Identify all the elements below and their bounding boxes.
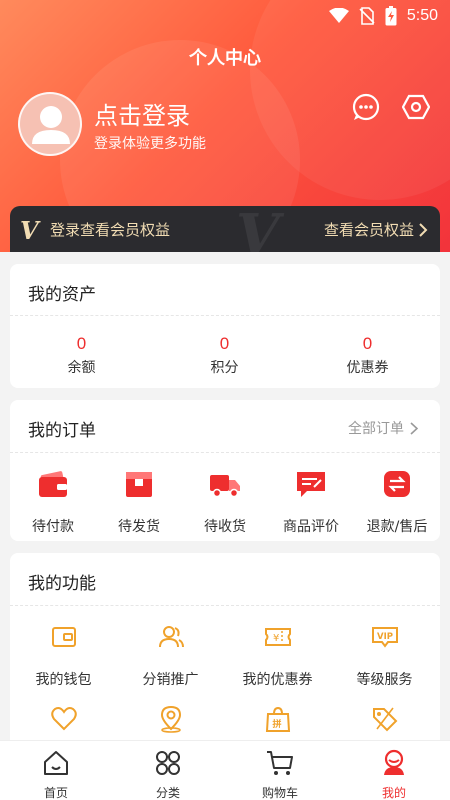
asset-balance[interactable]: 0 余额: [10, 334, 153, 377]
function-group-buy[interactable]: 拼: [224, 705, 331, 737]
function-level-service[interactable]: VIP 等级服务: [331, 623, 438, 689]
status-bar: 5:50: [0, 0, 450, 32]
divider: [10, 452, 440, 453]
function-distribution[interactable]: 分销推广: [117, 623, 224, 689]
asset-label: 余额: [67, 360, 96, 376]
vip-view-label: 查看会员权益: [323, 221, 414, 239]
order-status-label: 待收货: [204, 519, 246, 535]
battery-icon: [385, 6, 397, 26]
functions-card: 我的功能 我的钱包 分销推广 ¥ 我的优惠券 VIP 等级服务 拼: [10, 553, 440, 753]
asset-label: 积分: [210, 360, 239, 376]
function-wallet[interactable]: 我的钱包: [10, 623, 117, 689]
assets-card: 我的资产 0 余额 0 积分 0 优惠券: [10, 264, 440, 388]
tab-label: 首页: [43, 786, 68, 800]
page-title: 个人中心: [189, 48, 261, 69]
order-refund[interactable]: 退款/售后: [354, 468, 440, 536]
bottom-tab-bar: 首页 分类 购物车 我的: [0, 740, 450, 800]
tab-mine[interactable]: 我的: [338, 749, 450, 800]
message-icon[interactable]: [352, 93, 380, 121]
function-favorites[interactable]: [10, 705, 117, 737]
svg-text:¥: ¥: [273, 633, 279, 644]
vip-watermark: V: [236, 206, 280, 252]
functions-title: 我的功能: [28, 574, 96, 594]
all-orders-link[interactable]: 全部订单: [348, 418, 418, 438]
package-icon: [126, 472, 152, 497]
svg-text:拼: 拼: [272, 718, 281, 730]
asset-coupons[interactable]: 0 优惠券: [296, 334, 439, 377]
asset-value: 0: [362, 334, 373, 353]
tab-cart[interactable]: 购物车: [224, 749, 336, 800]
order-pending-payment[interactable]: 待付款: [10, 468, 96, 536]
vip-banner[interactable]: V V 登录查看会员权益 查看会员权益: [10, 206, 440, 252]
asset-label: 优惠券: [346, 360, 389, 376]
tab-home[interactable]: 首页: [0, 749, 112, 800]
avatar[interactable]: [18, 92, 82, 156]
settings-icon[interactable]: [402, 93, 430, 121]
users-icon: [158, 626, 184, 648]
wallet-icon: [39, 471, 67, 497]
function-label: 我的优惠券: [242, 672, 313, 688]
divider: [10, 315, 440, 316]
order-pending-receipt[interactable]: 待收货: [182, 468, 268, 536]
tab-category[interactable]: 分类: [112, 749, 224, 800]
tab-label: 分类: [155, 786, 180, 800]
chevron-right-icon: [419, 222, 428, 237]
order-status-label: 待付款: [32, 519, 74, 535]
login-subtitle[interactable]: 登录体验更多功能: [94, 133, 206, 153]
all-orders-label: 全部订单: [348, 421, 404, 437]
group-buy-bag-icon: 拼: [265, 706, 290, 732]
orders-title: 我的订单: [28, 421, 96, 441]
heart-icon: [50, 707, 77, 731]
wallet-outline-icon: [51, 627, 76, 647]
coupon-icon: ¥: [264, 628, 291, 646]
vip-badge-icon: VIP: [371, 627, 398, 648]
function-label: 分销推广: [142, 672, 199, 688]
no-sim-icon: [359, 7, 375, 25]
chevron-right-icon: [410, 421, 418, 435]
vip-view-link[interactable]: 查看会员权益: [324, 219, 428, 240]
asset-points[interactable]: 0 积分: [153, 334, 296, 377]
function-label: 等级服务: [356, 672, 413, 688]
order-pending-shipment[interactable]: 待发货: [96, 468, 182, 536]
tag-icon: [372, 707, 397, 732]
login-title[interactable]: 点击登录: [94, 96, 190, 131]
divider: [10, 605, 440, 606]
review-icon: [297, 472, 325, 497]
profile-icon: [384, 749, 404, 775]
cart-icon: [267, 751, 293, 775]
order-status-label: 商品评价: [283, 519, 339, 535]
category-icon: [156, 751, 180, 775]
asset-value: 0: [76, 334, 87, 353]
vip-login-text: 登录查看会员权益: [50, 221, 171, 239]
location-icon: [160, 705, 181, 733]
wifi-icon: [328, 8, 349, 23]
vip-logo: V: [20, 216, 39, 245]
svg-text:VIP: VIP: [377, 632, 393, 642]
function-coupons[interactable]: ¥ 我的优惠券: [224, 623, 331, 689]
function-address[interactable]: [117, 705, 224, 737]
refund-icon: [384, 471, 410, 497]
order-status-label: 待发货: [118, 519, 160, 535]
truck-icon: [210, 475, 240, 498]
status-time: 5:50: [406, 7, 438, 24]
order-status-label: 退款/售后: [366, 519, 428, 535]
function-label: 我的钱包: [35, 672, 92, 688]
home-icon: [44, 751, 68, 775]
asset-value: 0: [219, 334, 230, 353]
tab-label: 购物车: [261, 786, 298, 800]
tab-label: 我的: [381, 786, 406, 800]
assets-title: 我的资产: [28, 285, 96, 305]
orders-card: 我的订单 全部订单 待付款 待发货 待收货 商品评价 退款/售后: [10, 400, 440, 541]
function-tags[interactable]: [331, 705, 438, 737]
order-review[interactable]: 商品评价: [268, 468, 354, 536]
